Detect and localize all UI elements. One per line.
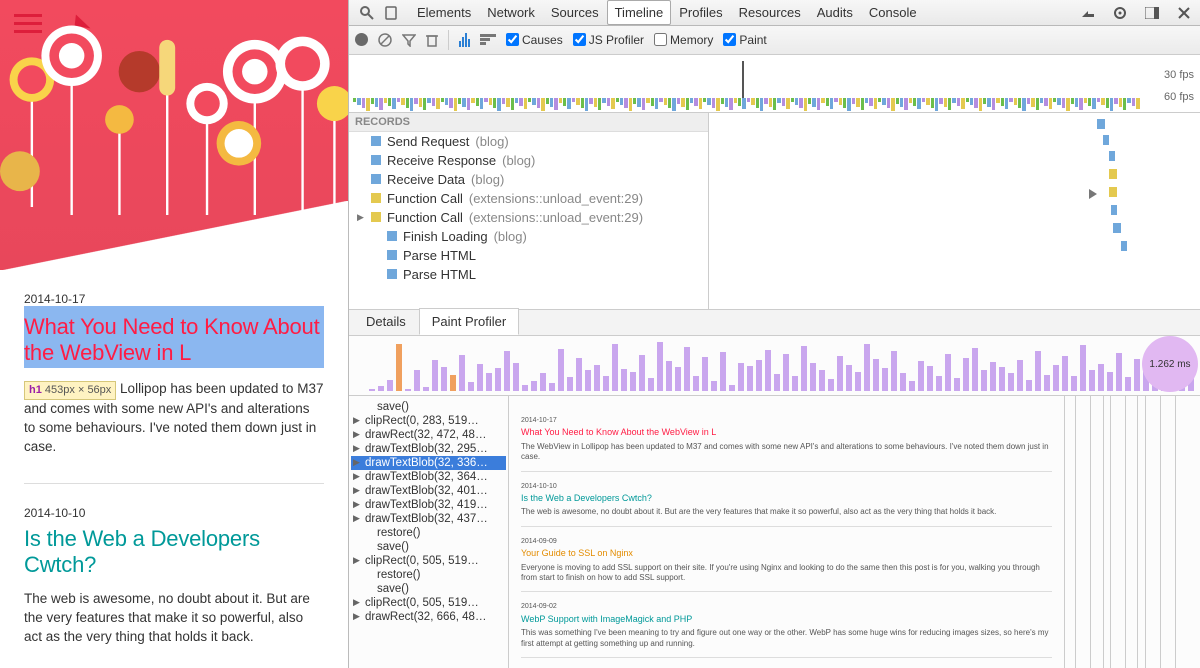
record-row[interactable]: Send Request (blog) [349, 132, 708, 151]
settings-gear-icon[interactable] [1112, 5, 1128, 21]
fps-30-label: 30 fps [1164, 69, 1194, 81]
paint-command[interactable]: ▶drawTextBlob(32, 364… [351, 470, 506, 484]
paint-command[interactable]: ▶clipRect(0, 283, 519… [351, 414, 506, 428]
element-size-tooltip: h1 453px × 56px [24, 381, 116, 400]
post-title[interactable]: Is the Web a Developers Cwtch? [24, 526, 324, 578]
devtools-main-toolbar: ElementsNetworkSourcesTimelineProfilesRe… [349, 0, 1200, 26]
devtools-tab-timeline[interactable]: Timeline [607, 0, 672, 25]
frames-view-icon[interactable] [459, 33, 470, 47]
hero-banner [0, 0, 348, 270]
post-title[interactable]: What You Need to Know About the WebView … [24, 314, 324, 366]
records-panel: RECORDS Send Request (blog)Receive Respo… [349, 113, 709, 309]
devtools-tab-network[interactable]: Network [479, 0, 543, 25]
memory-checkbox[interactable]: Memory [654, 33, 713, 47]
overview-marker [742, 61, 744, 101]
record-row[interactable]: Function Call (extensions::unload_event:… [349, 189, 708, 208]
paint-command[interactable]: ▶drawTextBlob(32, 437… [351, 512, 506, 526]
record-row[interactable]: Receive Data (blog) [349, 170, 708, 189]
devtools-panel: ElementsNetworkSourcesTimelineProfilesRe… [348, 0, 1200, 668]
overview-activity-strip [353, 98, 1140, 112]
details-tab[interactable]: Details [353, 308, 419, 335]
devtools-tab-profiles[interactable]: Profiles [671, 0, 730, 25]
dock-side-icon[interactable] [1144, 5, 1160, 21]
timeline-flame-chart[interactable] [709, 113, 1200, 309]
filter-icon[interactable] [402, 33, 416, 47]
record-row[interactable]: Finish Loading (blog) [349, 227, 708, 246]
close-icon[interactable] [1176, 5, 1192, 21]
record-row[interactable]: Parse HTML [349, 265, 708, 284]
devtools-tab-audits[interactable]: Audits [809, 0, 861, 25]
paint-timing-bubble: 1.262 ms [1142, 336, 1198, 392]
devtools-tab-elements[interactable]: Elements [409, 0, 479, 25]
details-subtabs: Details Paint Profiler [349, 310, 1200, 336]
paint-command[interactable]: ▶drawRect(32, 472, 48… [351, 428, 506, 442]
paint-checkbox[interactable]: Paint [723, 33, 766, 47]
timeline-toolbar: Causes JS Profiler Memory Paint [349, 26, 1200, 55]
post-blurb: The web is awesome, no doubt about it. B… [24, 590, 324, 647]
post-blurb: h1 453px × 56px Lollipop has been update… [24, 380, 324, 457]
paint-profiler-chart[interactable]: 1.262 ms [349, 336, 1200, 396]
flame-chart-icon[interactable] [480, 34, 496, 46]
paint-command[interactable]: ▶clipRect(0, 505, 519… [351, 554, 506, 568]
record-button[interactable] [355, 33, 368, 46]
paint-command[interactable]: save() [351, 540, 506, 554]
clear-icon[interactable] [378, 33, 392, 47]
drawer-toggle-icon[interactable] [1080, 5, 1096, 21]
paint-command[interactable]: save() [351, 400, 506, 414]
lollipop-art [0, 0, 348, 215]
paint-command[interactable]: ▶drawRect(32, 666, 48… [351, 610, 506, 624]
overview-fps-lane[interactable]: 30 fps 60 fps [349, 55, 1200, 113]
paint-command-list[interactable]: save()▶clipRect(0, 283, 519…▶drawRect(32… [349, 396, 509, 668]
paint-preview: 2014-10-17What You Need to Know About th… [509, 396, 1064, 668]
paint-profiler-tab[interactable]: Paint Profiler [419, 308, 519, 335]
js-profiler-checkbox[interactable]: JS Profiler [573, 33, 644, 47]
paint-command[interactable]: ▶drawTextBlob(32, 336… [351, 456, 506, 470]
record-row[interactable]: ▶Function Call (extensions::unload_event… [349, 208, 708, 227]
causes-checkbox[interactable]: Causes [506, 33, 563, 47]
page-preview: 2014-10-17 What You Need to Know About t… [0, 0, 348, 668]
devtools-tab-resources[interactable]: Resources [731, 0, 809, 25]
inspected-element-highlight: What You Need to Know About the WebView … [24, 306, 324, 368]
inspect-icon[interactable] [359, 5, 375, 21]
paint-command[interactable]: restore() [351, 568, 506, 582]
fps-60-label: 60 fps [1164, 91, 1194, 103]
record-row[interactable]: Receive Response (blog) [349, 151, 708, 170]
paint-command[interactable]: ▶drawTextBlob(32, 295… [351, 442, 506, 456]
devtools-tabs: ElementsNetworkSourcesTimelineProfilesRe… [409, 0, 925, 25]
paint-command[interactable]: ▶drawTextBlob(32, 419… [351, 498, 506, 512]
paint-preview-gutter [1064, 396, 1200, 668]
paint-command[interactable]: save() [351, 582, 506, 596]
paint-command[interactable]: ▶clipRect(0, 505, 519… [351, 596, 506, 610]
records-header: RECORDS [349, 113, 708, 132]
garbage-collect-icon[interactable] [426, 33, 438, 47]
paint-command[interactable]: ▶drawTextBlob(32, 401… [351, 484, 506, 498]
post-date: 2014-10-10 [24, 506, 324, 520]
post-date: 2014-10-17 [24, 292, 324, 306]
record-row[interactable]: Parse HTML [349, 246, 708, 265]
devtools-tab-console[interactable]: Console [861, 0, 925, 25]
paint-command[interactable]: restore() [351, 526, 506, 540]
device-mode-icon[interactable] [383, 5, 399, 21]
devtools-tab-sources[interactable]: Sources [543, 0, 607, 25]
